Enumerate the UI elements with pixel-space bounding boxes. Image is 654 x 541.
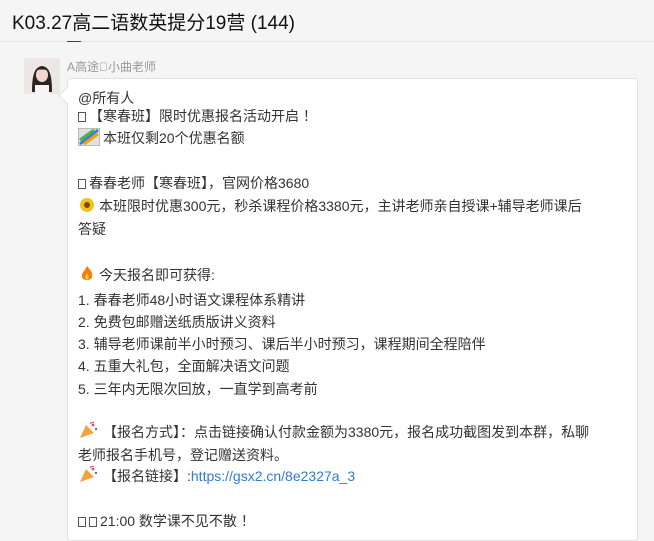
box-icon (78, 179, 86, 189)
message-line-2: 【寒春班】限时优惠报名活动开启 ！ (78, 106, 317, 126)
avatar-image (24, 58, 60, 94)
message-line-5a: 本班限时优惠300元，秒杀课程价格3380元，主讲老师亲自授课+辅导老师课后 (99, 198, 582, 215)
benefit-item: 5. 三年内无限次回放，一直学到高考前 (78, 381, 318, 397)
message-mention: @所有人 (78, 90, 135, 106)
benefit-item: 2. 免费包邮赠送纸质版讲义资料 (78, 314, 276, 330)
party-popper-icon (78, 465, 100, 489)
message-line-4: 春春老师【寒春班】，官网价格3680 (78, 173, 309, 193)
benefit-item: 3. 辅导老师课前半小时预习、课后半小时预习，课程期间全程陪伴 (78, 336, 486, 352)
message-line-6-text: 今天报名即可获得: (99, 267, 215, 284)
chat-title: K03.27高二语数英提分19营 (144) (12, 13, 295, 34)
signup-method-text: 【报名方式】：点击链接确认付款金额为3380元，报名成功截图发到本群，私聊 (103, 424, 590, 441)
closing-text: 21:00 数学课不见不散 ！ (100, 513, 255, 529)
avatar[interactable] (24, 58, 60, 94)
fire-icon (78, 265, 96, 288)
chat-titlebar: K03.27高二语数英提分19营 (144) (0, 0, 654, 42)
message-line-5: 本班限时优惠300元，秒杀课程价格3380元，主讲老师亲自授课+辅导老师课后 (78, 196, 582, 219)
message-line-3-text: 本班仅剩20个优惠名额 (103, 130, 245, 147)
box-icon (89, 517, 97, 527)
message-line-5b: 答疑 (78, 221, 106, 237)
signup-link-label: 【报名链接】: (103, 468, 191, 485)
signup-link-line: 【报名链接】:https://gsx2.cn/8e2327a_3 (78, 465, 355, 489)
benefit-item: 1. 春春老师48小时语文课程体系精讲 (78, 292, 306, 308)
closing-line: 21:00 数学课不见不散 ！ (78, 511, 255, 531)
sender-name: A高途 小曲老师 (67, 60, 157, 74)
signup-method: 【报名方式】：点击链接确认付款金额为3380元，报名成功截图发到本群，私聊 (78, 421, 590, 445)
message-line-3: 本班仅剩20个优惠名额 (77, 127, 245, 151)
message-line-2-text: 【寒春班】限时优惠报名活动开启 ！ (89, 108, 317, 124)
rainbow-stripes-icon (77, 127, 101, 151)
signup-method-b: 老师报名手机号，登记赠送资料。 (78, 447, 288, 463)
benefit-item: 4. 五重大礼包，全面解决语文问题 (78, 358, 290, 374)
box-icon (78, 112, 86, 122)
message-line-6: 今天报名即可获得: (78, 265, 215, 288)
message-line-4-text: 春春老师【寒春班】，官网价格3680 (89, 175, 310, 191)
signup-link[interactable]: https://gsx2.cn/8e2327a_3 (191, 468, 355, 484)
sunflower-icon (78, 196, 96, 219)
box-icon (78, 517, 86, 527)
party-popper-icon (78, 421, 100, 445)
